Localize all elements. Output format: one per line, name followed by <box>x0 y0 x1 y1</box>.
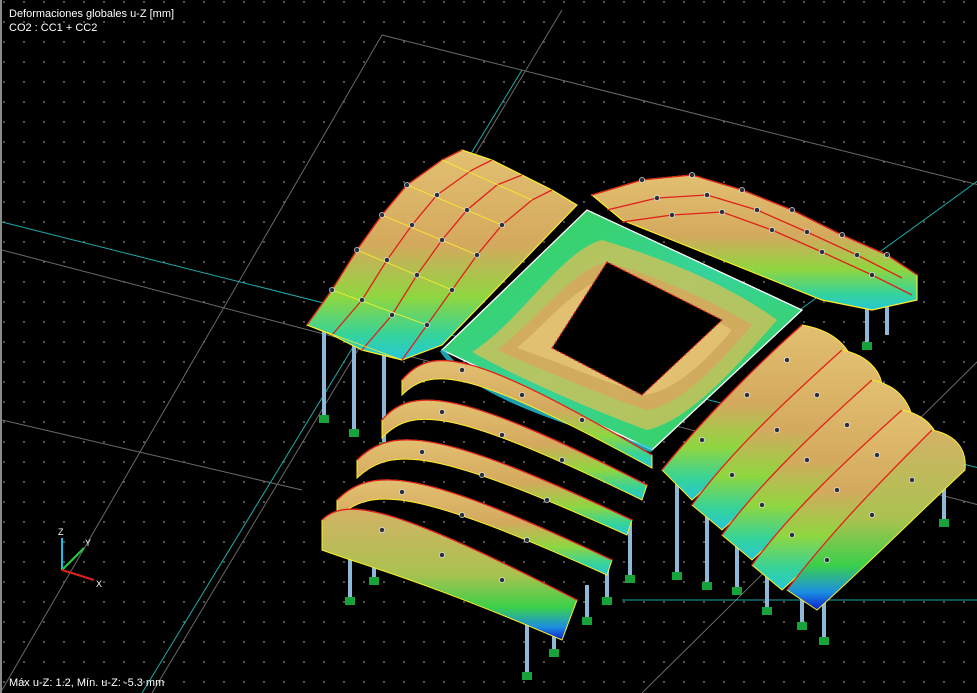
axis-z-label: Z <box>58 527 64 537</box>
result-title: Deformaciones globales u-Z [mm] <box>9 8 175 20</box>
load-combination-label: CO2 : CC1 + CC2 <box>9 22 98 34</box>
min-max-summary: Máx u-Z: 1.2, Mín. u-Z: -5.3 mm <box>9 677 165 689</box>
axis-x-label: X <box>96 579 102 589</box>
coordinate-axes-icon: Z Y X <box>58 527 102 589</box>
structure-3d-view[interactable] <box>2 0 977 693</box>
axis-y-label: Y <box>85 538 91 548</box>
model-viewport[interactable]: Deformaciones globales u-Z [mm] CO2 : CC… <box>0 0 977 693</box>
